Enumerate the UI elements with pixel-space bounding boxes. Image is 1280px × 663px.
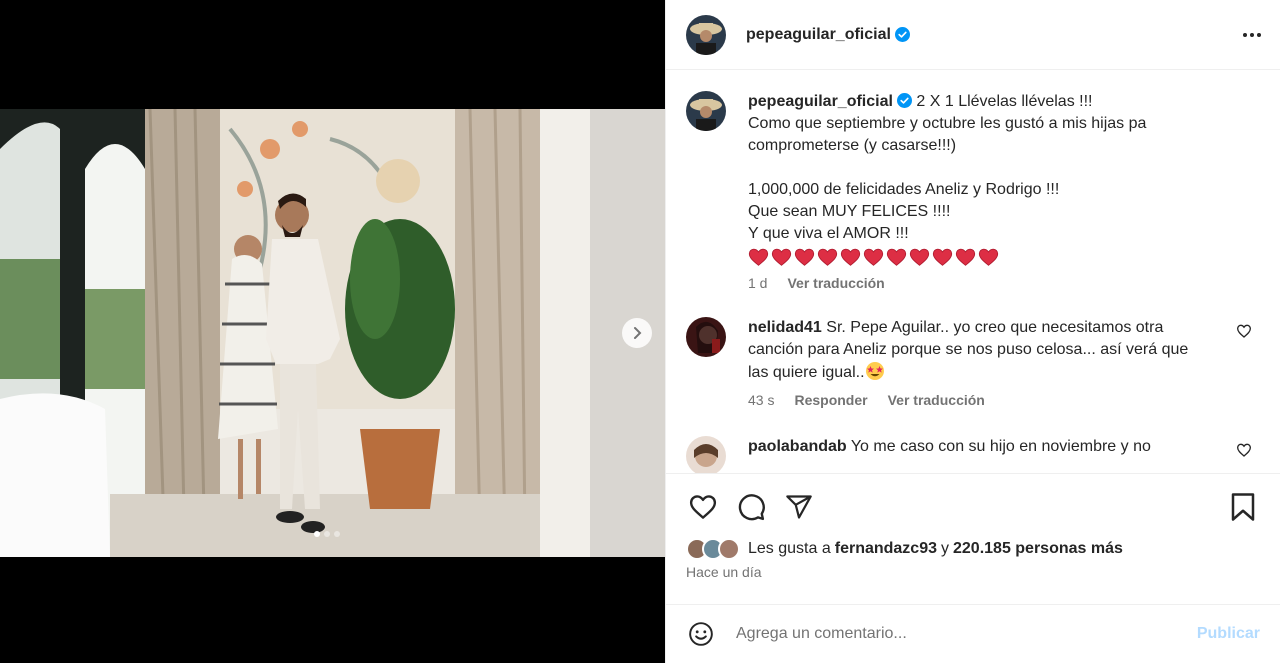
comment-text: nelidad41 Sr. Pepe Aguilar.. yo creo que… [748, 317, 1218, 384]
add-comment-bar: Publicar [666, 604, 1280, 663]
star-struck-emoji-icon [865, 362, 884, 380]
red-heart-emoji-icon [863, 248, 884, 266]
red-heart-emoji-icon [978, 248, 999, 266]
caption-line: 2 X 1 Llévelas llévelas !!! [916, 93, 1093, 110]
paper-plane-icon [786, 495, 812, 519]
caption-username[interactable]: pepeaguilar_oficial [748, 93, 893, 110]
post-photo [0, 109, 665, 557]
comment: paolabandab Yo me caso con su hijo en no… [686, 436, 1260, 473]
avatar[interactable] [686, 317, 726, 357]
likes-user[interactable]: fernandazc93 [835, 540, 937, 558]
caption-age[interactable]: 1 d [748, 275, 767, 291]
comment-age[interactable]: 43 s [748, 392, 774, 408]
couple-photo-illustration [0, 109, 665, 557]
header-username[interactable]: pepeaguilar_oficial [746, 26, 891, 44]
see-translation-link[interactable]: Ver traducción [787, 275, 884, 291]
post-header: pepeaguilar_oficial [666, 0, 1280, 70]
comment-line: las quiere igual.. [748, 364, 865, 381]
caption-line: comprometerse (y casarse!!!) [748, 137, 957, 154]
comment-line: Sr. Pepe Aguilar.. yo creo que necesitam… [826, 319, 1164, 336]
comment-bubble-icon [738, 494, 765, 521]
comment-text: paolabandab Yo me caso con su hijo en no… [748, 436, 1218, 458]
liker-avatars [686, 538, 740, 560]
likes-summary: Les gusta a fernandazc93 y 220.185 perso… [686, 538, 1260, 560]
red-heart-emoji-icon [932, 248, 953, 266]
publish-button[interactable]: Publicar [1197, 625, 1260, 643]
avatar[interactable] [686, 436, 726, 473]
heart-icon [689, 495, 717, 519]
caption-line: 1,000,000 de felicidades Aneliz y Rodrig… [748, 181, 1060, 198]
carousel-next-button[interactable] [622, 318, 652, 348]
avatar[interactable] [686, 14, 726, 55]
comment: nelidad41 Sr. Pepe Aguilar.. yo creo que… [686, 317, 1260, 408]
post-details-panel: pepeaguilar_oficial pepeaguilar_oficial … [665, 0, 1280, 663]
media-area [0, 0, 665, 663]
caption-text: pepeaguilar_oficial 2 X 1 Llévelas lléve… [748, 91, 1218, 245]
comment-line: canción para Aneliz porque se nos puso c… [748, 341, 1189, 358]
post-actions: Les gusta a fernandazc93 y 220.185 perso… [666, 473, 1280, 580]
more-dots-icon [1243, 32, 1261, 37]
post-time[interactable]: Hace un día [686, 564, 1260, 580]
heart-emoji-row [748, 247, 1218, 267]
comment-line: Yo me caso con su hijo en noviembre y no [850, 438, 1151, 455]
caption-line: Como que septiembre y octubre les gustó … [748, 115, 1147, 132]
caption: pepeaguilar_oficial 2 X 1 Llévelas lléve… [686, 91, 1260, 291]
smiley-icon [689, 622, 713, 646]
see-translation-link[interactable]: Ver traducción [888, 392, 985, 408]
like-comment-heart-icon[interactable] [1236, 442, 1252, 458]
carousel-dot [334, 531, 340, 537]
carousel-dot [314, 531, 320, 537]
red-heart-emoji-icon [955, 248, 976, 266]
like-comment-heart-icon[interactable] [1236, 323, 1252, 339]
bookmark-icon [1231, 493, 1255, 521]
likes-prefix: Les gusta a [748, 540, 831, 557]
avatar [718, 538, 740, 560]
red-heart-emoji-icon [909, 248, 930, 266]
red-heart-emoji-icon [840, 248, 861, 266]
comment-username[interactable]: paolabandab [748, 438, 847, 455]
verified-badge-icon [894, 27, 910, 42]
chevron-right-icon [634, 327, 642, 339]
caption-line: Y que viva el AMOR !!! [748, 225, 909, 242]
carousel-dots [314, 531, 340, 537]
red-heart-emoji-icon [886, 248, 907, 266]
save-button[interactable] [1226, 490, 1260, 524]
red-heart-emoji-icon [817, 248, 838, 266]
more-options-button[interactable] [1240, 23, 1264, 47]
reply-button[interactable]: Responder [794, 392, 867, 408]
likes-others[interactable]: 220.185 personas más [953, 540, 1123, 558]
comment-username[interactable]: nelidad41 [748, 319, 822, 336]
carousel-dot [324, 531, 330, 537]
red-heart-emoji-icon [771, 248, 792, 266]
post-modal: pepeaguilar_oficial pepeaguilar_oficial … [0, 0, 1280, 663]
share-button[interactable] [782, 490, 816, 524]
red-heart-emoji-icon [748, 248, 769, 266]
comments-list: pepeaguilar_oficial 2 X 1 Llévelas lléve… [666, 71, 1280, 473]
emoji-picker-button[interactable] [686, 619, 716, 649]
comment-button[interactable] [734, 490, 768, 524]
verified-badge-icon [896, 93, 912, 108]
red-heart-emoji-icon [794, 248, 815, 266]
avatar[interactable] [686, 91, 726, 131]
caption-line: Que sean MUY FELICES !!!! [748, 203, 951, 220]
likes-connector: y [941, 540, 949, 557]
comment-input[interactable] [736, 625, 1176, 643]
like-button[interactable] [686, 490, 720, 524]
